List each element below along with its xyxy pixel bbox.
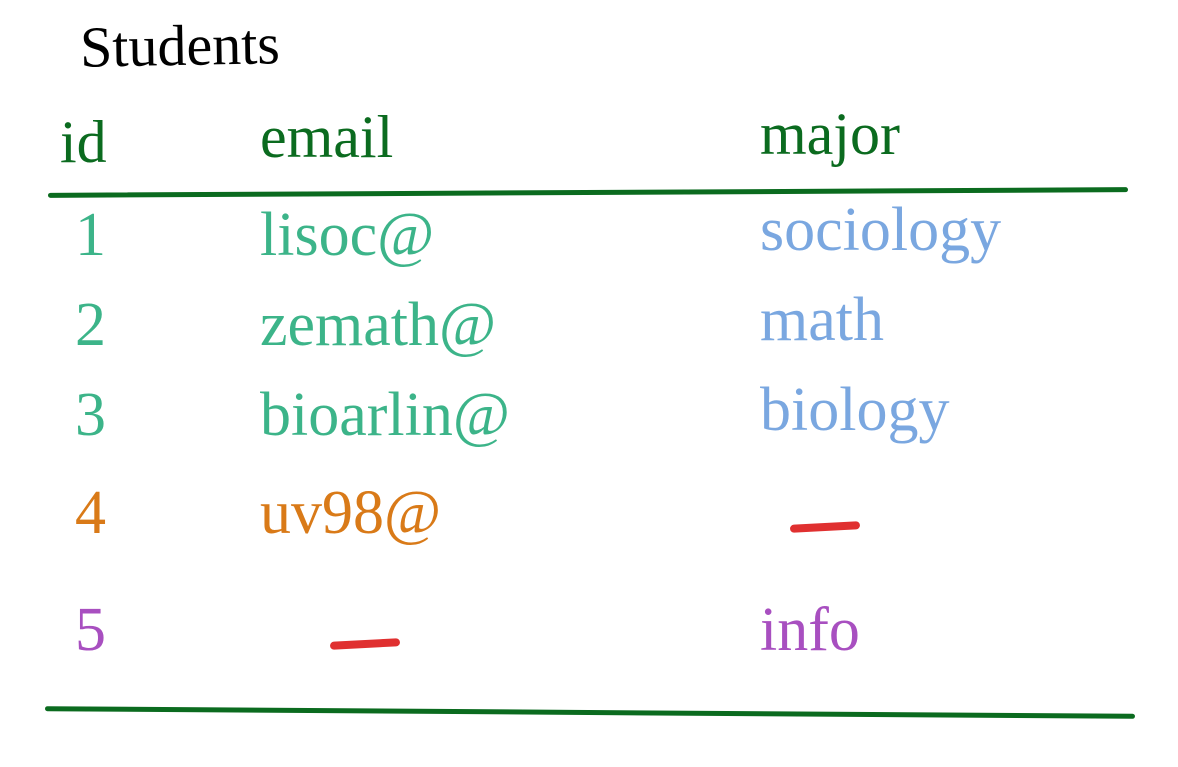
cell-major: math xyxy=(760,285,884,356)
cell-email: lisoc@ xyxy=(260,200,434,271)
cell-id: 1 xyxy=(75,200,106,271)
cell-email: uv98@ xyxy=(260,478,441,549)
cell-major: info xyxy=(760,595,860,666)
col-header-id: id xyxy=(60,108,107,177)
cell-major: sociology xyxy=(760,195,1001,266)
cell-email: bioarlin@ xyxy=(260,380,510,451)
cell-id: 4 xyxy=(75,478,106,549)
col-header-email: email xyxy=(260,103,393,172)
cell-id: 2 xyxy=(75,290,106,361)
cell-id: 5 xyxy=(75,595,106,666)
diagram-canvas: Students id email major 1 lisoc@ sociolo… xyxy=(0,0,1178,767)
table-title: Students xyxy=(79,10,280,80)
cell-id: 3 xyxy=(75,380,106,451)
cell-major-missing xyxy=(790,521,860,533)
footer-rule xyxy=(45,706,1135,719)
col-header-major: major xyxy=(760,100,900,169)
cell-major: biology xyxy=(760,375,949,446)
cell-email: zemath@ xyxy=(260,290,496,361)
cell-email-missing xyxy=(330,638,400,650)
